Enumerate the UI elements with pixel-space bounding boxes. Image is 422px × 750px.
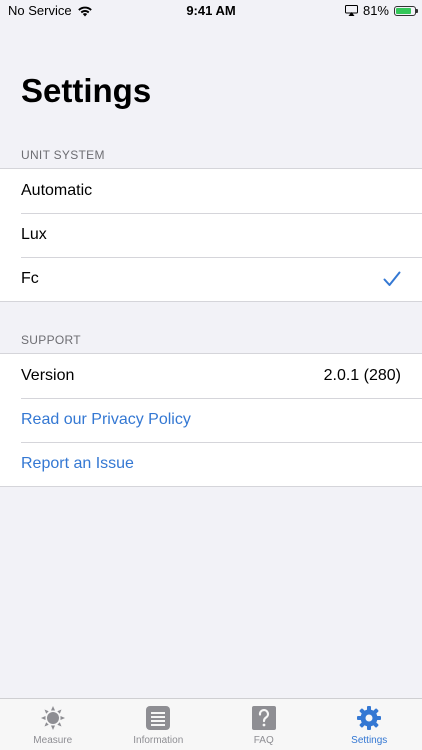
unit-system-group: Automatic Lux Fc xyxy=(0,168,422,302)
tab-label: Settings xyxy=(351,735,388,746)
support-header: SUPPORT xyxy=(21,333,81,347)
unit-option-fc[interactable]: Fc xyxy=(0,257,422,301)
unit-option-automatic[interactable]: Automatic xyxy=(0,169,422,213)
version-label: Version xyxy=(21,367,75,384)
battery-icon xyxy=(394,5,418,16)
status-right: 81% xyxy=(344,3,418,18)
unit-option-label: Lux xyxy=(21,226,47,243)
tab-information[interactable]: Information xyxy=(106,699,212,750)
version-row: Version 2.0.1 (280) xyxy=(0,354,422,398)
unit-option-lux[interactable]: Lux xyxy=(0,213,422,257)
unit-option-label: Automatic xyxy=(21,182,93,199)
unit-option-label: Fc xyxy=(21,270,39,287)
tab-label: Information xyxy=(133,735,184,746)
privacy-policy-link[interactable]: Read our Privacy Policy xyxy=(0,398,422,442)
tab-label: FAQ xyxy=(253,735,274,746)
question-icon xyxy=(251,706,276,730)
tab-measure[interactable]: Measure xyxy=(0,699,106,750)
airplay-icon xyxy=(344,5,358,16)
unit-system-header: UNIT SYSTEM xyxy=(21,148,105,162)
battery-fill xyxy=(396,7,411,14)
version-value: 2.0.1 (280) xyxy=(323,367,401,384)
battery-percent: 81% xyxy=(362,3,389,18)
report-issue-label: Report an Issue xyxy=(21,455,134,472)
tab-faq[interactable]: FAQ xyxy=(211,699,317,750)
tab-bar: Measure Information FAQ Settings xyxy=(0,698,422,750)
support-group: Version 2.0.1 (280) Read our Privacy Pol… xyxy=(0,353,422,487)
tab-label: Measure xyxy=(33,735,73,746)
page-title: Settings xyxy=(21,72,152,109)
status-bar: No Service 9:41 AM 81% xyxy=(0,0,422,24)
list-icon xyxy=(146,706,171,730)
gear-icon xyxy=(357,706,382,730)
privacy-policy-label: Read our Privacy Policy xyxy=(21,411,191,428)
report-issue-link[interactable]: Report an Issue xyxy=(0,442,422,486)
checkmark-icon xyxy=(383,271,401,286)
sun-icon xyxy=(40,706,65,730)
tab-settings[interactable]: Settings xyxy=(317,699,422,750)
